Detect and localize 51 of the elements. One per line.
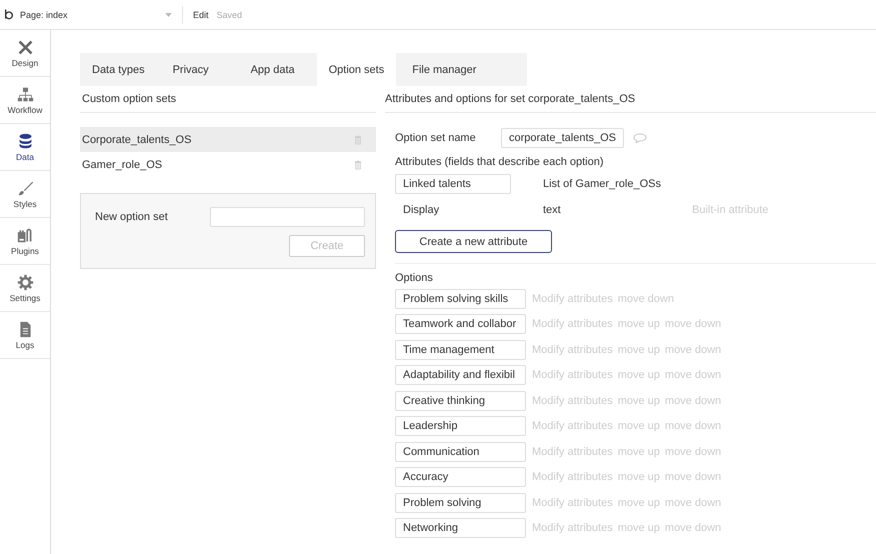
plug-icon: [16, 226, 34, 244]
database-icon: [16, 132, 34, 150]
sidebar-item[interactable]: Workflow: [0, 77, 50, 124]
create-button[interactable]: Create: [289, 235, 365, 257]
attribute-name-field[interactable]: Linked talents: [395, 174, 511, 194]
hierarchy-icon: [16, 86, 34, 102]
option-field[interactable]: Accuracy: [395, 467, 526, 488]
option-field[interactable]: Adaptability and flexibil: [395, 365, 526, 386]
attribute-type: List of Gamer_role_OSs: [543, 178, 662, 190]
logo-icon: [4, 8, 14, 21]
options-heading: Options: [395, 263, 876, 284]
sidebar-item[interactable]: Settings: [0, 265, 50, 312]
sidebar-item[interactable]: Plugins: [0, 218, 50, 265]
option-field[interactable]: Communication: [395, 442, 526, 462]
sidebar-item[interactable]: Design: [0, 30, 50, 77]
settings-icon: [16, 274, 34, 290]
option-field[interactable]: Teamwork and collabor: [395, 314, 526, 334]
section-title: Attributes and options for set corporate_talents_OS: [385, 86, 876, 113]
attribute-type: text: [543, 204, 562, 216]
option-set-item[interactable]: Corporate_talents_OS: [80, 127, 376, 152]
input-field[interactable]: [210, 207, 365, 227]
option-field[interactable]: Leadership: [395, 416, 526, 436]
option-field[interactable]: Creative thinking: [395, 390, 526, 411]
page-selector[interactable]: Page: index: [20, 10, 165, 20]
sidebar-item[interactable]: Styles: [0, 171, 50, 218]
tab[interactable]: Option sets: [316, 53, 396, 86]
name-field[interactable]: corporate_talents_OS: [501, 128, 624, 148]
field-label: Option set name: [395, 132, 477, 144]
edit-menu[interactable]: Edit: [193, 10, 209, 20]
trash-icon[interactable]: [354, 160, 362, 170]
design-tools-icon: [16, 38, 34, 56]
tab[interactable]: Data types: [80, 53, 157, 86]
attribute-name: Display: [402, 204, 440, 216]
attributes-heading: Attributes (fields that describe each option): [395, 156, 605, 168]
field-label: New option set: [95, 211, 168, 223]
option-field[interactable]: Problem solving skills: [395, 288, 526, 309]
create-attribute-button[interactable]: Create a new attribute: [395, 230, 552, 253]
trash-icon[interactable]: [354, 134, 362, 144]
save-status: Saved: [216, 10, 242, 20]
tab[interactable]: App data: [238, 53, 313, 86]
option-field[interactable]: Problem solving: [395, 492, 526, 513]
tab[interactable]: File manager: [400, 53, 488, 86]
comment-icon[interactable]: [633, 133, 648, 143]
tab[interactable]: Privacy: [160, 53, 235, 86]
sidebar-item[interactable]: Logs: [0, 312, 50, 359]
brush-icon: [16, 180, 34, 196]
option-field[interactable]: Networking: [395, 518, 526, 538]
dropdown-caret-icon[interactable]: [165, 12, 172, 16]
option-field[interactable]: Time management: [395, 340, 526, 360]
section-title: Custom option sets: [80, 86, 376, 113]
sidebar-item[interactable]: Data: [0, 124, 50, 171]
